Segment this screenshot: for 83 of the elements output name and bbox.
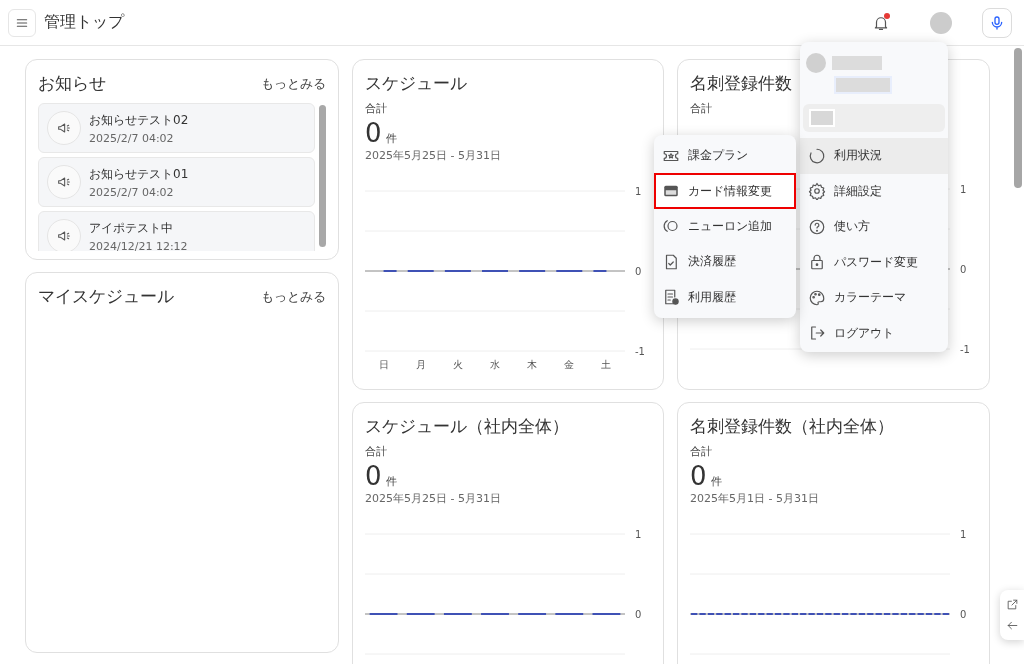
scrollbar[interactable] [1014, 48, 1022, 188]
total-label: 合計 [690, 101, 712, 116]
megaphone-icon [56, 120, 72, 136]
card-title: マイスケジュール [38, 285, 174, 308]
date-range: 2025年5月25日 - 5月31日 [365, 148, 501, 163]
card-title: 名刺登録件数 [690, 72, 792, 95]
axis-tick: 1 [960, 529, 967, 540]
total-label: 合計 [365, 444, 387, 459]
date-range: 2025年5月1日 - 5月31日 [690, 491, 819, 506]
menu-item[interactable]: 使い方 [800, 209, 948, 245]
axis-tick: -1 [635, 346, 645, 357]
notice-item[interactable]: お知らせテスト01 2025/2/7 04:02 [38, 157, 315, 207]
axis-tick: 1 [960, 184, 967, 195]
axis-label: 木 [527, 359, 538, 370]
total-value: 0 [690, 461, 707, 491]
menu-item[interactable]: 利用履歴 [654, 279, 796, 315]
ring-icon [808, 146, 826, 165]
axis-tick: 1 [635, 186, 642, 197]
unit-label: 件 [385, 131, 397, 146]
axis-label: 火 [452, 359, 463, 370]
axis-tick: 0 [635, 266, 642, 277]
logout-icon [808, 324, 826, 343]
menu-item[interactable]: パスワード変更 [800, 244, 948, 280]
megaphone-icon [56, 228, 72, 244]
arrow-left-icon [1005, 619, 1019, 632]
notice-item[interactable]: アイポテスト中 2024/12/21 12:12 [38, 211, 315, 251]
account-field[interactable] [803, 104, 945, 132]
total-value: 0 [365, 118, 382, 148]
axis-label: 日 [378, 359, 389, 370]
notice-date: 2024/12/21 12:12 [89, 239, 188, 251]
back-button[interactable] [1005, 619, 1019, 632]
notice-item[interactable]: お知らせテスト02 2025/2/7 04:02 [38, 103, 315, 153]
scrollbar[interactable] [319, 105, 326, 247]
mic-icon [989, 14, 1005, 31]
external-link-icon [1005, 598, 1019, 611]
unit-label: 件 [385, 474, 397, 489]
card-title: スケジュール（社内全体） [365, 415, 569, 438]
more-link[interactable]: もっとみる [261, 74, 326, 93]
palette-icon [808, 288, 826, 307]
menu-item[interactable]: ニューロン追加 [654, 208, 796, 245]
settings-icon [808, 182, 826, 201]
notice-date: 2025/2/7 04:02 [89, 131, 175, 145]
axis-tick: 0 [635, 609, 642, 620]
more-link[interactable]: もっとみる [261, 287, 326, 306]
axis-label: 月 [415, 359, 426, 370]
notice-title: お知らせテスト02 [89, 111, 189, 129]
axis-tick: 0 [960, 609, 967, 620]
menu-item[interactable]: 課金プラン [654, 138, 796, 174]
redacted-bar [834, 76, 892, 94]
avatar [806, 53, 826, 73]
document-clock-icon [662, 288, 680, 307]
axis-label: 金 [564, 359, 575, 370]
page-title: 管理トップ [44, 12, 126, 33]
redacted-bar [832, 56, 882, 70]
axis-tick: 1 [635, 529, 642, 540]
total-label: 合計 [365, 101, 387, 116]
help-icon [808, 217, 826, 236]
axis-tick: -1 [960, 344, 970, 353]
menu-item[interactable]: カード情報変更 [654, 173, 796, 209]
card-title: スケジュール [365, 72, 467, 95]
total-label: 合計 [690, 444, 712, 459]
total-value: 0 [365, 461, 382, 491]
menu-item[interactable]: 詳細設定 [800, 173, 948, 209]
date-range: 2025年5月25日 - 5月31日 [365, 491, 501, 506]
menu-item[interactable]: 利用状況 [800, 138, 948, 174]
menu-item[interactable]: ログアウト [800, 315, 948, 351]
notice-title: アイポテスト中 [89, 219, 174, 237]
menu-button[interactable] [8, 8, 36, 37]
megaphone-icon [56, 174, 72, 190]
card-title: お知らせ [38, 72, 106, 95]
axis-tick: 0 [960, 264, 967, 275]
axis-label: 水 [490, 359, 500, 370]
mic-button[interactable] [982, 7, 1012, 38]
axis-label: 土 [601, 359, 612, 370]
unit-label: 件 [710, 474, 722, 489]
card-title: 名刺登録件数（社内全体） [690, 415, 894, 438]
redacted-bar [809, 109, 835, 127]
menu-item[interactable]: 決済履歴 [654, 244, 796, 280]
notice-date: 2025/2/7 04:02 [89, 185, 175, 199]
notice-title: お知らせテスト01 [89, 165, 189, 183]
lock-icon [808, 253, 826, 272]
menu-item[interactable]: カラーテーマ [800, 280, 948, 316]
external-link-button[interactable] [1005, 598, 1019, 611]
